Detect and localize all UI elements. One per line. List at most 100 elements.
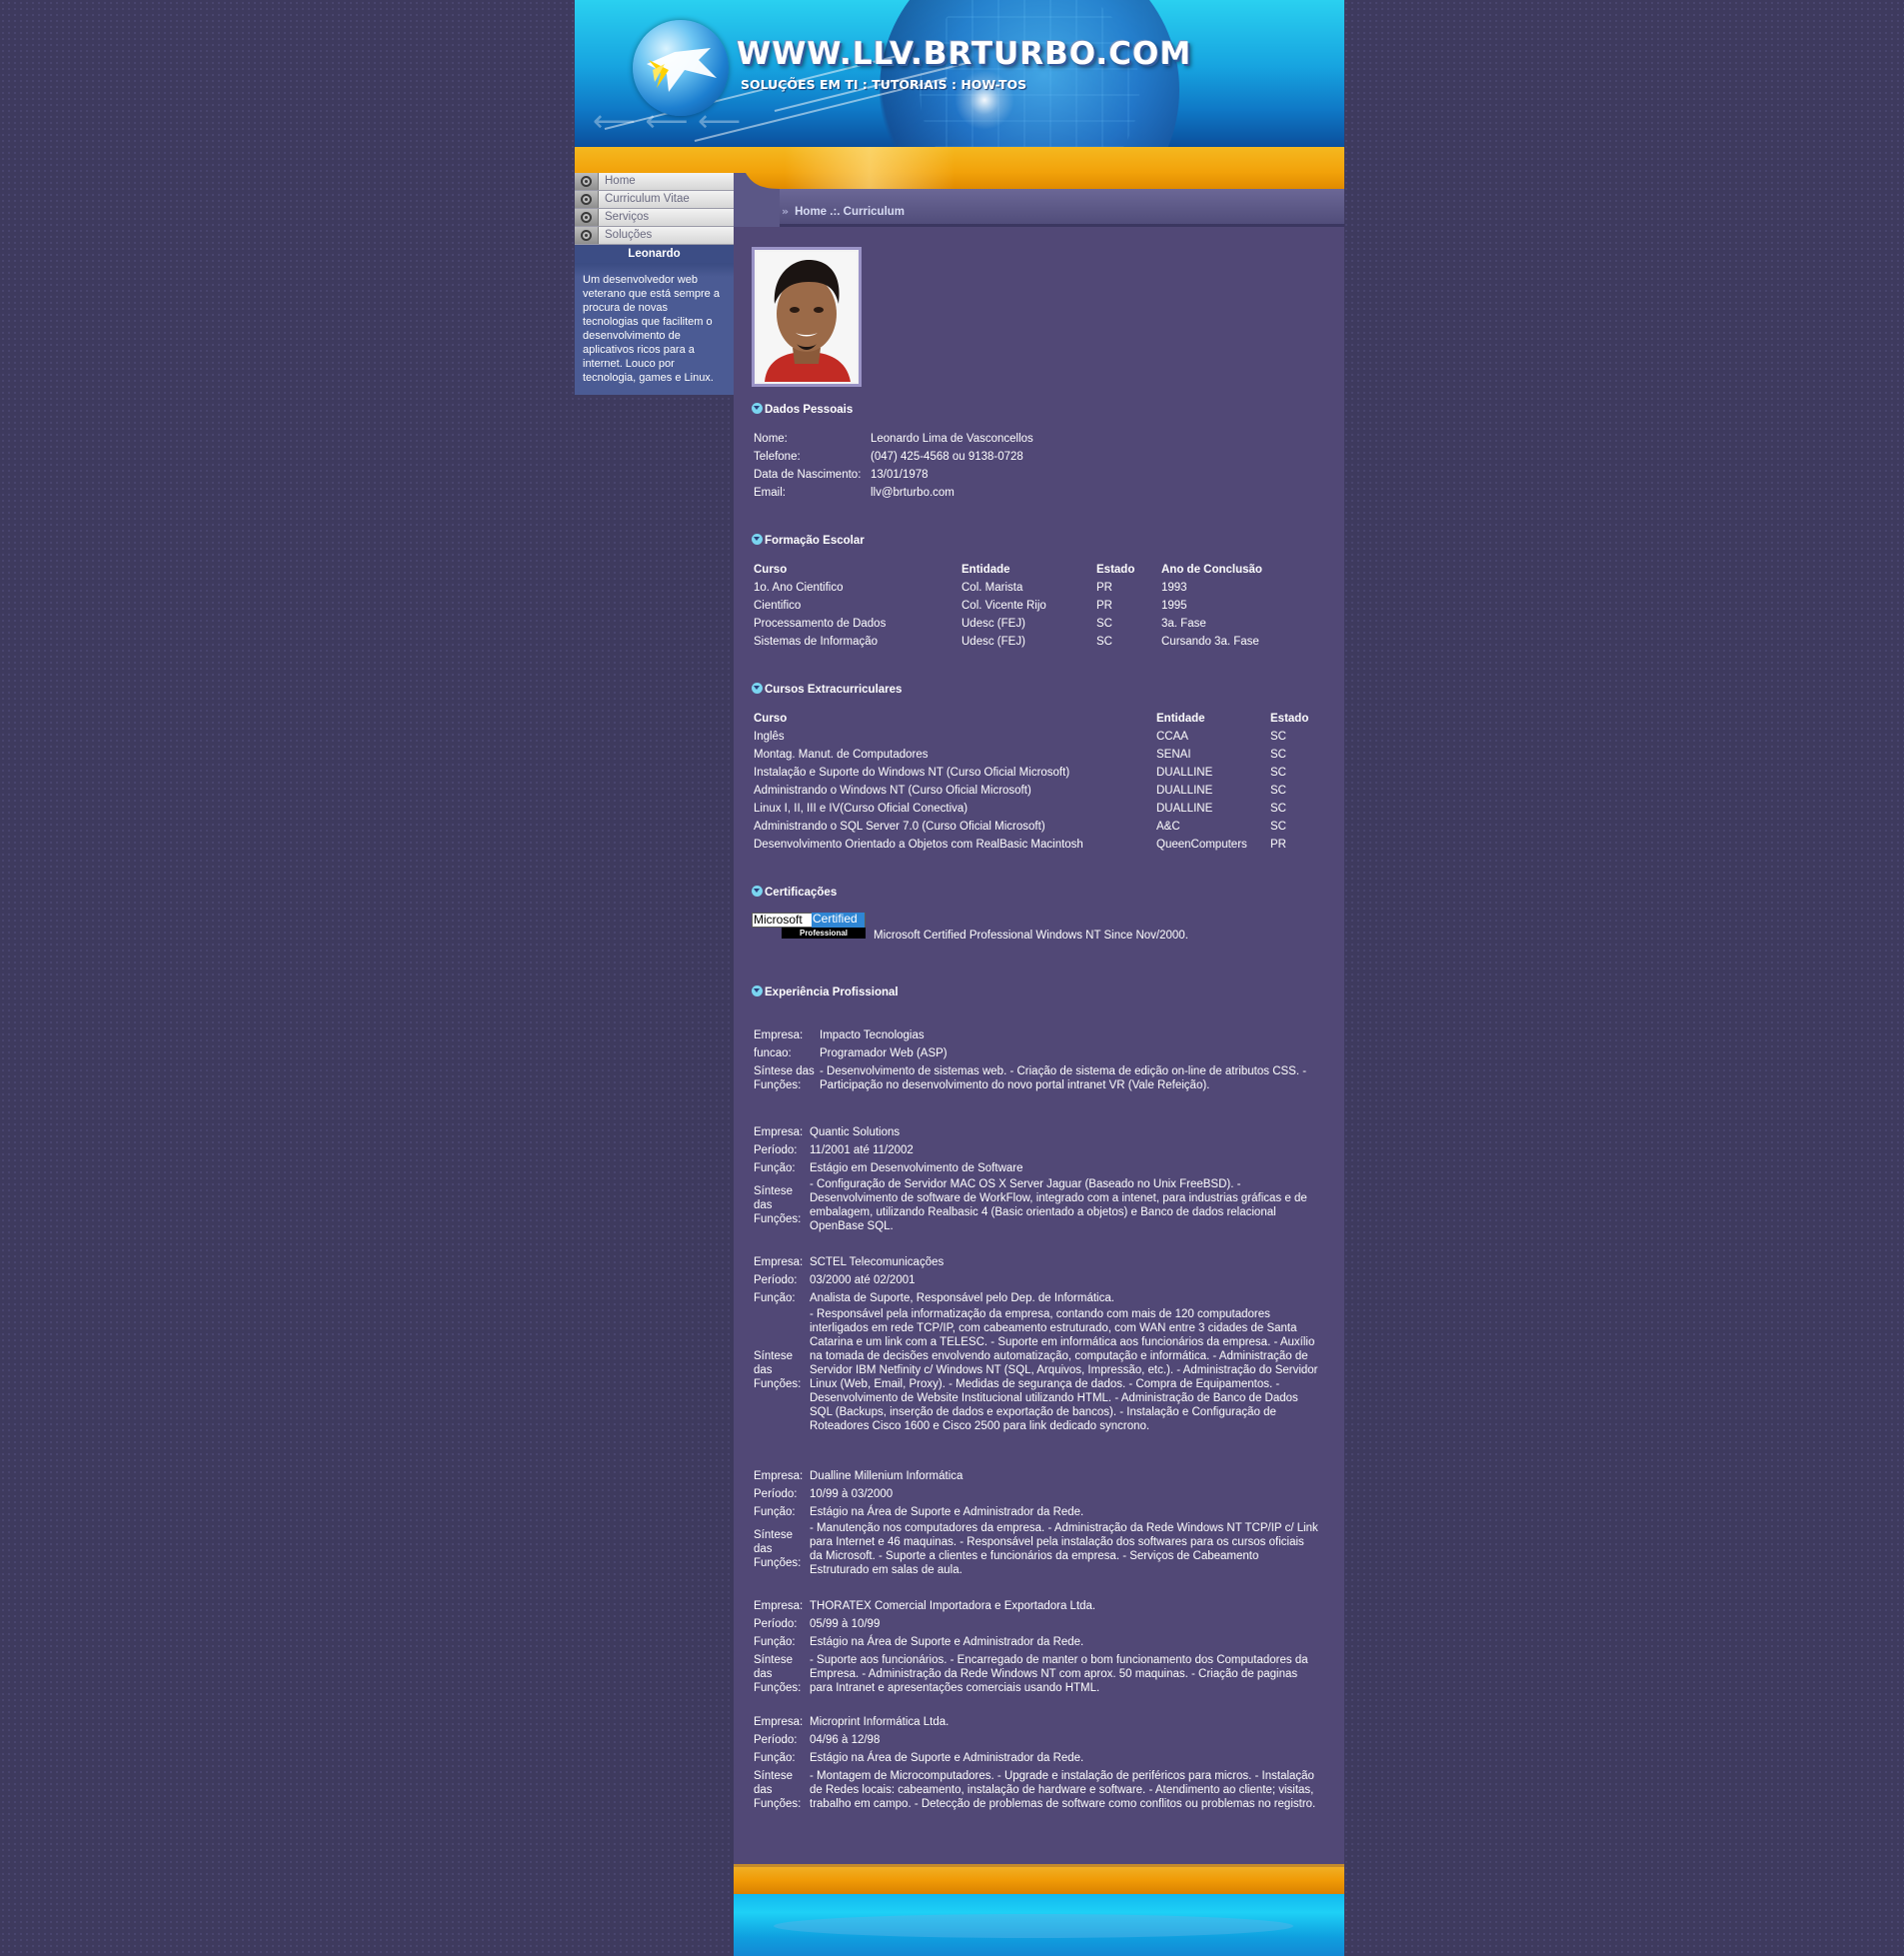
email-link[interactable]: llv@brturbo.com [871, 484, 1033, 502]
table-row: Síntese das Funções: - Montagem de Micro… [754, 1767, 1319, 1813]
table-cell: SENAI [1156, 749, 1191, 761]
table-cell: Administrando o SQL Server 7.0 (Curso Of… [754, 821, 1045, 833]
table-row: Montag. Manut. de Computadores SENAI SC [754, 746, 1308, 764]
section-title: Experiência Profissional [765, 986, 899, 998]
field-value: (047) 425-4568 ou 9138-0728 [871, 451, 1023, 463]
field-value: 13/01/1978 [871, 469, 929, 481]
field-label: Síntese das Funções: [754, 1529, 802, 1569]
nav-bullet-icon [575, 227, 599, 244]
job-role: Estágio em Desenvolvimento de Software [810, 1162, 1023, 1174]
breadcrumb-text[interactable]: Home .:. Curriculum [795, 206, 905, 218]
table-row: Administrando o Windows NT (Curso Oficia… [754, 782, 1308, 800]
job-period: 11/2001 até 11/2002 [810, 1144, 914, 1156]
nav-item-servicos[interactable]: Serviços [575, 209, 734, 227]
field-label: Empresa: [754, 1126, 804, 1138]
field-label: Função: [754, 1292, 796, 1304]
nav-item-curriculum[interactable]: Curriculum Vitae [575, 191, 734, 209]
extracurricular-table: Curso Entidade Estado Inglês CCAA SC Mon… [754, 710, 1308, 854]
job-entry: Empresa: Dualline Millenium Informática … [754, 1467, 1319, 1577]
field-label: Função: [754, 1162, 796, 1174]
site-logo[interactable] [633, 20, 729, 116]
table-row: funcao: Programador Web (ASP) [754, 1044, 1319, 1062]
table-cell: DUALLINE [1156, 767, 1213, 779]
field-label: Data de Nascimento: [754, 469, 862, 481]
column-header: Curso [754, 713, 788, 725]
footer-separator [734, 1864, 1344, 1867]
bar-highlight [785, 147, 954, 189]
breadcrumb-bar: » Home .:. Curriculum [734, 189, 1344, 227]
job-role: Analista de Suporte, Responsável pelo De… [810, 1292, 1114, 1304]
footer-light-ray [774, 1914, 1293, 1938]
job-company: THORATEX Comercial Importadora e Exporta… [810, 1600, 1096, 1612]
table-row: 1o. Ano Cientifico Col. Marista PR 1993 [754, 579, 1262, 597]
table-row: Telefone: (047) 425-4568 ou 9138-0728 [754, 448, 1033, 466]
section-arrow-icon [752, 886, 763, 897]
table-row: Empresa: SCTEL Telecomunicações [754, 1253, 1319, 1271]
section-certificacoes: Certificações [752, 886, 837, 899]
field-label: Período: [754, 1488, 798, 1500]
table-row: Sistemas de Informação Udesc (FEJ) SC Cu… [754, 633, 1262, 651]
table-cell: SC [1270, 749, 1286, 761]
field-label: Empresa: [754, 1029, 804, 1041]
field-label: Função: [754, 1636, 796, 1648]
nav-item-solucoes[interactable]: Soluções [575, 227, 734, 245]
table-cell: SC [1096, 618, 1112, 630]
field-value: Leonardo Lima de Vasconcellos [871, 433, 1033, 445]
table-row: Administrando o SQL Server 7.0 (Curso Of… [754, 818, 1308, 836]
profile-photo [752, 247, 862, 387]
table-row: Nome: Leonardo Lima de Vasconcellos [754, 430, 1033, 448]
field-label: Síntese das Funções: [754, 1065, 815, 1091]
table-cell: Col. Marista [961, 582, 1023, 594]
site-header-banner: ⟵ ⟵ ⟵ WWW.LLV.BRTURBO.COM SOLUÇÕES EM TI… [575, 0, 1344, 147]
table-cell: SC [1270, 731, 1286, 743]
job-company: Dualline Millenium Informática [810, 1470, 963, 1482]
profile-name: Leonardo [575, 245, 734, 263]
table-cell: DUALLINE [1156, 803, 1213, 815]
job-summary: - Suporte aos funcionários. - Encarregad… [810, 1654, 1308, 1694]
table-cell: Linux I, II, III e IV(Curso Oficial Cone… [754, 803, 968, 815]
column-header: Curso [754, 564, 788, 576]
table-row: Função: Estágio em Desenvolvimento de So… [754, 1159, 1319, 1177]
profile-bio: Um desenvolvedor web veterano que está s… [583, 274, 720, 384]
site-tagline: SOLUÇÕES EM TI : TUTORIAIS : HOW-TOS [741, 77, 1027, 92]
field-label: funcao: [754, 1047, 792, 1059]
table-cell: Processamento de Dados [754, 618, 887, 630]
nav-item-label[interactable]: Curriculum Vitae [605, 193, 690, 205]
nav-item-home[interactable]: Home [575, 173, 734, 191]
job-entry: Empresa: Impacto Tecnologias funcao: Pro… [754, 1026, 1319, 1094]
job-company: Impacto Tecnologias [820, 1029, 925, 1041]
field-label: Função: [754, 1752, 796, 1764]
column-header: Ano de Conclusão [1161, 564, 1262, 576]
table-row: Empresa: Quantic Solutions [754, 1123, 1319, 1141]
nav-item-label[interactable]: Soluções [605, 229, 652, 241]
table-cell: PR [1096, 582, 1112, 594]
table-cell: SC [1270, 803, 1286, 815]
section-dados-pessoais: Dados Pessoais [752, 403, 853, 416]
section-formacao: Formação Escolar [752, 534, 865, 547]
field-label: Período: [754, 1274, 798, 1286]
nav-item-label[interactable]: Home [605, 175, 636, 187]
job-role: Programador Web (ASP) [820, 1047, 948, 1059]
site-title[interactable]: WWW.LLV.BRTURBO.COM [737, 36, 1191, 72]
field-label: Telefone: [754, 451, 801, 463]
job-entry: Empresa: Microprint Informática Ltda. Pe… [754, 1713, 1319, 1813]
footer-banner [734, 1894, 1344, 1956]
profile-bio-box: Um desenvolvedor web veterano que está s… [575, 263, 734, 395]
breadcrumb-separator [734, 224, 1344, 227]
sidebar: Home Curriculum Vitae Serviços Soluções … [575, 173, 734, 395]
job-summary: - Responsável pela informatização da emp… [810, 1308, 1318, 1432]
job-summary: - Desenvolvimento de sistemas web. - Cri… [820, 1065, 1307, 1091]
table-row: Email: llv@brturbo.com [754, 484, 1033, 502]
column-header: Entidade [961, 564, 1010, 576]
mcp-logo: Microsoft Certified Professional [752, 913, 866, 941]
job-company: SCTEL Telecomunicações [810, 1256, 945, 1268]
field-label: Empresa: [754, 1470, 804, 1482]
mcp-logo-text: Professional [782, 928, 866, 939]
table-cell: Col. Vicente Rijo [961, 600, 1046, 612]
breadcrumb: » Home .:. Curriculum [782, 205, 905, 218]
section-extracurriculares: Cursos Extracurriculares [752, 683, 902, 696]
footer-orange-bar [734, 1864, 1344, 1894]
personal-data-table: Nome: Leonardo Lima de Vasconcellos Tele… [754, 430, 1033, 502]
nav-item-label[interactable]: Serviços [605, 211, 649, 223]
field-label: Período: [754, 1144, 798, 1156]
